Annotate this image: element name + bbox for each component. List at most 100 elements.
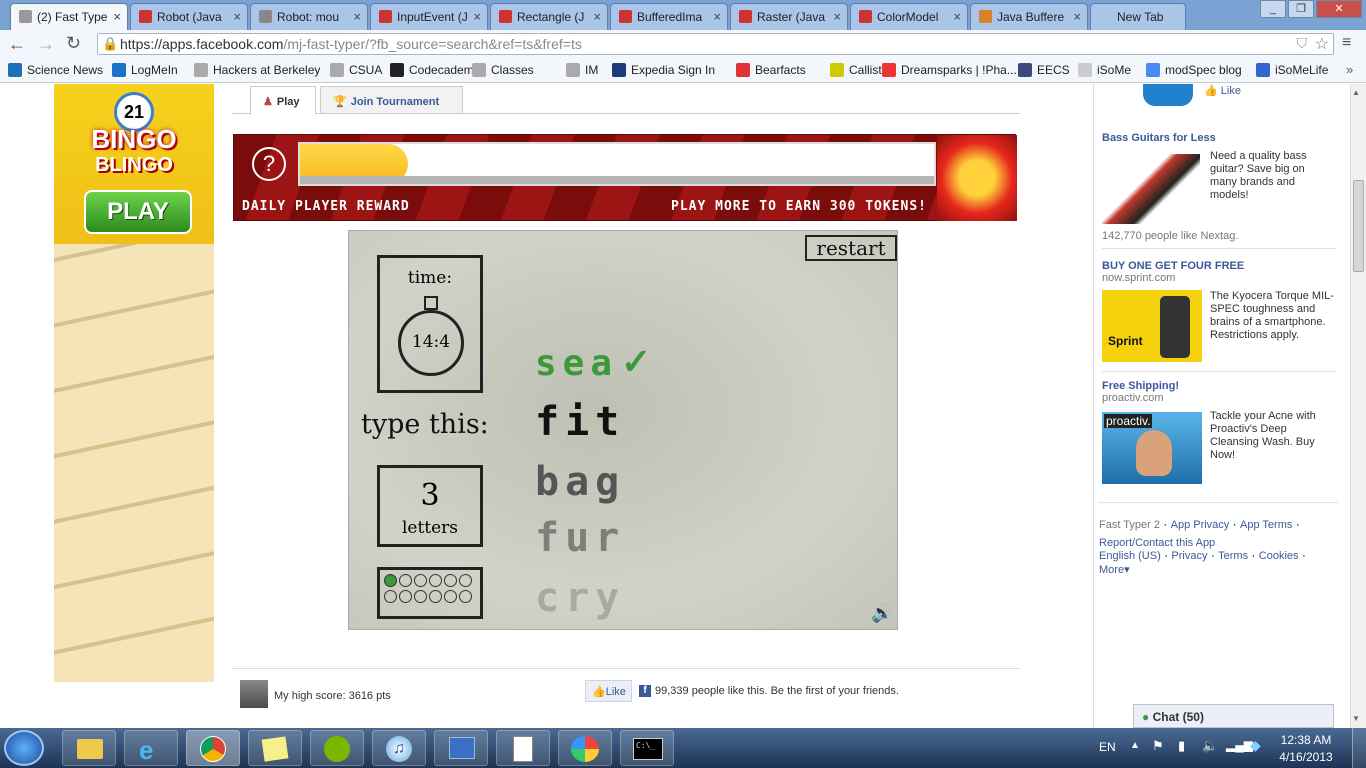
cmd-taskbar-button[interactable]: C:\_ — [620, 730, 674, 766]
bookmark-item[interactable]: Classes — [472, 63, 534, 77]
minimize-button[interactable]: _ — [1260, 0, 1286, 18]
game-canvas[interactable]: restart time: 14:4 type this: 3 letters … — [348, 230, 898, 630]
bookmark-item[interactable]: EECS — [1018, 63, 1070, 77]
browser-tab[interactable]: InputEvent (J × — [370, 3, 488, 30]
dropbox-icon[interactable]: ◆ — [1250, 737, 1261, 754]
browser-tab[interactable]: ColorModel × — [850, 3, 968, 30]
tab-close-icon[interactable]: × — [473, 9, 481, 24]
clock-date[interactable]: 4/16/2013 — [1276, 750, 1336, 764]
sidebar-top-like[interactable]: 👍 Like — [1204, 84, 1241, 97]
scroll-down-icon[interactable]: ▼ — [1352, 714, 1360, 723]
like-button[interactable]: 👍Like — [585, 680, 632, 702]
reload-icon[interactable]: ↻ — [66, 33, 81, 54]
language-indicator[interactable]: EN — [1099, 740, 1116, 754]
bookmark-item[interactable]: Codecademy — [390, 63, 480, 77]
app-privacy-link[interactable]: App Privacy — [1171, 519, 1230, 531]
chevron-down-icon[interactable]: ▾ — [1124, 564, 1130, 576]
help-icon[interactable]: ? — [252, 147, 286, 181]
app-name-link[interactable]: Fast Typer 2 — [1099, 519, 1160, 531]
bookmark-item[interactable]: iSoMe — [1078, 63, 1131, 77]
tab-play[interactable]: ♟ Play — [250, 86, 316, 115]
wifi-signal-icon[interactable]: ▂▄▆ — [1226, 738, 1253, 752]
language-link[interactable]: English (US) — [1099, 550, 1161, 562]
sprint-phone-image[interactable]: Sprint — [1102, 290, 1202, 362]
chrome-taskbar-button[interactable] — [186, 730, 240, 766]
back-icon[interactable]: ← — [8, 34, 26, 55]
ad-title[interactable]: BUY ONE GET FOUR FREE — [1102, 260, 1336, 272]
privacy-link[interactable]: Privacy — [1171, 550, 1207, 562]
bookmark-item[interactable]: Bearfacts — [736, 63, 806, 77]
forward-icon[interactable]: → — [37, 34, 55, 55]
intel-logo[interactable] — [1143, 84, 1193, 106]
tab-close-icon[interactable]: × — [353, 9, 361, 24]
browser-tab[interactable]: New Tab — [1090, 3, 1186, 30]
address-bar[interactable]: 🔒 https://apps.facebook.com/mj-fast-type… — [97, 33, 1334, 55]
start-button[interactable] — [4, 730, 44, 766]
paint-taskbar-button[interactable] — [558, 730, 612, 766]
terms-link[interactable]: Terms — [1218, 550, 1248, 562]
menu-icon[interactable]: ≡ — [1342, 34, 1351, 52]
restart-button[interactable]: restart — [805, 235, 897, 261]
browser-tab[interactable]: Robot: mou × — [250, 3, 368, 30]
tab-join-tournament[interactable]: 🏆 Join Tournament — [320, 86, 463, 114]
page-scrollbar[interactable]: ▲ ▼ — [1350, 84, 1366, 728]
bass-guitar-image[interactable] — [1102, 154, 1200, 224]
browser-tab[interactable]: Raster (Java × — [730, 3, 848, 30]
cookies-link[interactable]: Cookies — [1259, 550, 1299, 562]
network-app-taskbar-button[interactable] — [434, 730, 488, 766]
bookmark-star-icon[interactable]: ☆ — [1315, 34, 1329, 54]
bookmarks-overflow-icon[interactable]: » — [1346, 62, 1353, 77]
ad-bass-guitars[interactable]: Bass Guitars for Less Need a quality bas… — [1102, 132, 1336, 242]
sticky-notes-taskbar-button[interactable] — [248, 730, 302, 766]
volume-icon[interactable]: 🔈 — [1202, 738, 1218, 754]
bookmark-item[interactable]: CSUA — [330, 63, 382, 77]
chat-bar[interactable]: ● Chat (50) — [1133, 704, 1334, 728]
close-window-button[interactable]: ✕ — [1316, 0, 1362, 18]
ad-proactiv[interactable]: Free Shipping! proactiv.com proactiv. Ta… — [1102, 380, 1336, 484]
ie-taskbar-button[interactable]: e — [124, 730, 178, 766]
tray-expand-icon[interactable]: ▲ — [1130, 740, 1140, 751]
proactiv-image[interactable]: proactiv. — [1102, 412, 1202, 484]
shield-icon[interactable]: ⛉ — [1297, 35, 1308, 52]
bookmark-item[interactable]: Science News — [8, 63, 103, 77]
browser-tab[interactable]: Java Buffere × — [970, 3, 1088, 30]
scrollbar-thumb[interactable] — [1353, 180, 1364, 272]
show-desktop-button[interactable] — [1352, 728, 1366, 768]
bookmark-item[interactable]: Callisto — [830, 63, 888, 77]
ad-title[interactable]: Bass Guitars for Less — [1102, 132, 1336, 144]
spotify-taskbar-button[interactable] — [310, 730, 364, 766]
maximize-button[interactable]: ❐ — [1288, 0, 1314, 18]
bookmark-item[interactable]: iSoMeLife — [1256, 63, 1328, 77]
app-terms-link[interactable]: App Terms — [1240, 519, 1292, 531]
battery-icon[interactable]: ▮ — [1178, 738, 1185, 754]
bookmark-item[interactable]: Dreamsparks | !Pha... — [882, 63, 1017, 77]
tab-close-icon[interactable]: × — [113, 9, 121, 24]
bookmark-item[interactable]: modSpec blog — [1146, 63, 1242, 77]
explorer-taskbar-button[interactable] — [62, 730, 116, 766]
browser-tab[interactable]: BufferedIma × — [610, 3, 728, 30]
browser-tab[interactable]: Rectangle (J × — [490, 3, 608, 30]
user-avatar[interactable] — [240, 680, 268, 708]
itunes-taskbar-button[interactable]: ♫ — [372, 730, 426, 766]
clock-time[interactable]: 12:38 AM — [1276, 733, 1336, 747]
tab-close-icon[interactable]: × — [953, 9, 961, 24]
tab-close-icon[interactable]: × — [593, 9, 601, 24]
ad-title[interactable]: Free Shipping! — [1102, 380, 1336, 392]
more-link[interactable]: More — [1099, 564, 1124, 576]
play-ad-button[interactable]: PLAY — [84, 190, 192, 234]
tab-close-icon[interactable]: × — [1073, 9, 1081, 24]
tab-close-icon[interactable]: × — [833, 9, 841, 24]
notepad-taskbar-button[interactable] — [496, 730, 550, 766]
bookmark-item[interactable]: IM — [566, 63, 598, 77]
bookmark-item[interactable]: Expedia Sign In — [612, 63, 715, 77]
bookmark-item[interactable]: LogMeIn — [112, 63, 178, 77]
sound-icon[interactable]: 🔊 — [871, 603, 893, 624]
tab-close-icon[interactable]: × — [233, 9, 241, 24]
bookmark-item[interactable]: Hackers at Berkeley — [194, 63, 320, 77]
browser-tab[interactable]: Robot (Java × — [130, 3, 248, 30]
scroll-up-icon[interactable]: ▲ — [1352, 88, 1360, 97]
action-center-flag-icon[interactable]: ⚑ — [1152, 738, 1164, 754]
browser-tab[interactable]: (2) Fast Type × — [10, 3, 128, 30]
ad-sprint[interactable]: BUY ONE GET FOUR FREE now.sprint.com Spr… — [1102, 260, 1336, 362]
tab-close-icon[interactable]: × — [713, 9, 721, 24]
